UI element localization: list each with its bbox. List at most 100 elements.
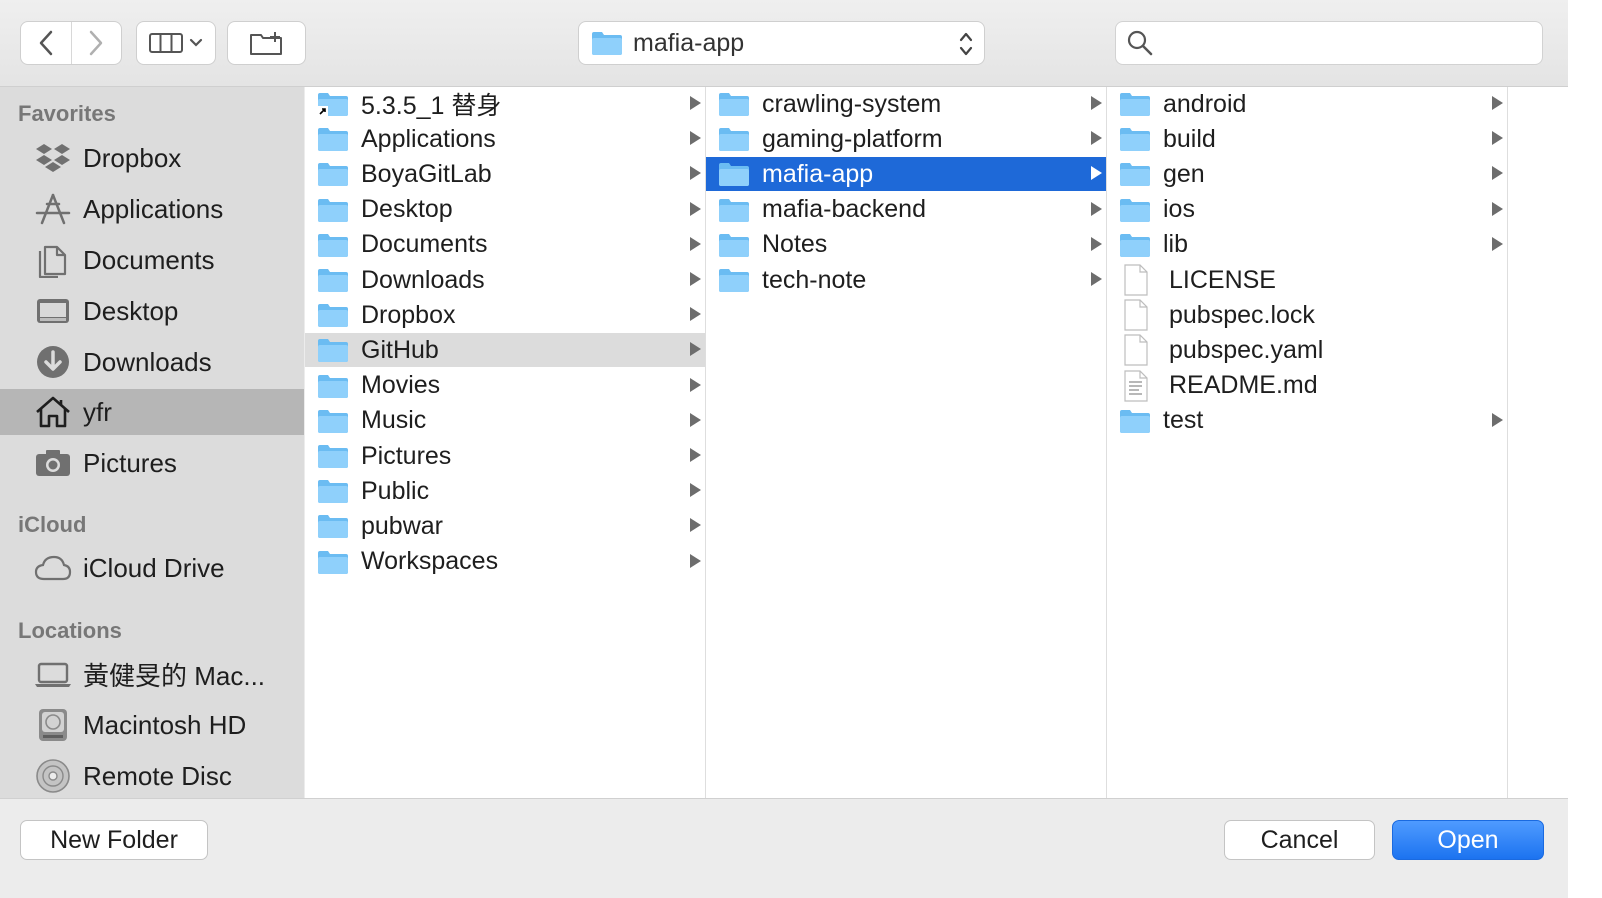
disclosure-arrow-icon <box>690 272 701 286</box>
folder-icon <box>317 126 349 152</box>
item-name: Dropbox <box>361 300 456 329</box>
sidebar-item-label: Documents <box>83 244 215 275</box>
list-item-boyagitlab[interactable]: BoyaGitLab <box>305 157 705 191</box>
list-item-mafia-backend[interactable]: mafia-backend <box>706 193 1106 227</box>
applications-icon <box>33 189 73 229</box>
chevron-down-icon <box>189 38 203 47</box>
sidebar-item-mac[interactable]: 黃健旻的 Mac... <box>0 651 304 697</box>
list-item-desktop[interactable]: Desktop <box>305 193 705 227</box>
item-name: pubwar <box>361 511 443 540</box>
folder-icon <box>718 197 750 223</box>
disclosure-arrow-icon <box>690 412 701 427</box>
list-item-ios[interactable]: ios <box>1107 193 1507 227</box>
sidebar-item-label: Remote Disc <box>83 760 232 791</box>
camera-icon <box>33 443 73 483</box>
dropbox-icon <box>33 138 73 178</box>
list-item-documents[interactable]: Documents <box>305 228 705 262</box>
sidebar-item-applications[interactable]: Applications <box>0 186 304 232</box>
bottom-bar: New Folder Cancel Open <box>0 798 1568 898</box>
column-mafia-app[interactable]: android build gen ios lib LICENSE pubspec.lock… <box>1107 87 1508 798</box>
sidebar-item-label: yfr <box>83 396 112 427</box>
sidebar-item-pictures[interactable]: Pictures <box>0 440 304 486</box>
item-name: Movies <box>361 371 441 400</box>
list-item-gaming-platform[interactable]: gaming-platform <box>706 122 1106 156</box>
back-button[interactable] <box>21 22 72 64</box>
list-item-gen[interactable]: gen <box>1107 157 1507 191</box>
folder-icon <box>592 32 622 55</box>
list-item-tech-note[interactable]: tech-note <box>706 263 1106 297</box>
sidebar-item-downloads[interactable]: Downloads <box>0 339 304 385</box>
list-item-crawling-system[interactable]: crawling-system <box>706 87 1106 121</box>
forward-button[interactable] <box>72 22 122 64</box>
list-item-movies[interactable]: Movies <box>305 369 705 403</box>
list-item-pictures[interactable]: Pictures <box>305 439 705 473</box>
laptop-icon <box>33 654 73 694</box>
new-folder-button[interactable]: New Folder <box>20 820 208 860</box>
list-item-readme-md[interactable]: README.md <box>1107 369 1507 403</box>
item-name: Downloads <box>361 265 485 294</box>
location-label: mafia-app <box>633 28 745 57</box>
list-item-android[interactable]: android <box>1107 87 1507 121</box>
item-name: tech-note <box>762 265 867 294</box>
item-name: Notes <box>762 230 828 259</box>
file-icon <box>1123 264 1155 296</box>
folder-icon <box>718 267 750 293</box>
item-name: android <box>1163 89 1247 118</box>
sidebar-item-macintosh-hd[interactable]: Macintosh HD <box>0 702 304 748</box>
search-input[interactable] <box>1162 28 1526 58</box>
list-item-license[interactable]: LICENSE <box>1107 263 1507 297</box>
item-name: Documents <box>361 230 488 259</box>
list-item-github[interactable]: GitHub <box>305 333 705 368</box>
list-item-downloads[interactable]: Downloads <box>305 263 705 297</box>
sidebar-item-label: Applications <box>83 193 224 224</box>
list-item-build[interactable]: build <box>1107 122 1507 156</box>
column-home[interactable]: 5.3.5_1 替身 Applications BoyaGitLab Desktop D… <box>305 87 706 798</box>
folder-icon <box>1119 91 1151 117</box>
sidebar: Favorites Dropbox Applications Documents… <box>0 87 304 798</box>
chevron-right-icon <box>90 30 103 56</box>
folder-icon <box>317 549 349 575</box>
disclosure-arrow-icon <box>1492 412 1503 427</box>
disclosure-arrow-icon <box>1091 166 1102 181</box>
item-name: mafia-backend <box>762 195 926 224</box>
item-name: mafia-app <box>762 159 874 188</box>
sidebar-item-dropbox[interactable]: Dropbox <box>0 135 304 181</box>
list-item-pubspec-yaml[interactable]: pubspec.yaml <box>1107 333 1507 367</box>
list-item-notes[interactable]: Notes <box>706 228 1106 262</box>
item-name: Desktop <box>361 195 453 224</box>
search-field[interactable] <box>1115 21 1543 65</box>
list-item-pubspec-lock[interactable]: pubspec.lock <box>1107 298 1507 332</box>
list-item-applications[interactable]: Applications <box>305 122 705 156</box>
list-item-workspaces[interactable]: Workspaces <box>305 545 705 579</box>
list-item-music[interactable]: Music <box>305 404 705 438</box>
hard-drive-icon <box>33 705 73 745</box>
item-name: GitHub <box>361 335 439 364</box>
list-item-lib[interactable]: lib <box>1107 228 1507 262</box>
sidebar-item-label: Pictures <box>83 447 177 478</box>
folder-alias-icon <box>317 91 349 117</box>
sidebar-item-remote-disc[interactable]: Remote Disc <box>0 753 304 799</box>
folder-icon <box>1119 161 1151 187</box>
column-github[interactable]: crawling-system gaming-platform mafia-app m… <box>706 87 1107 798</box>
disclosure-arrow-icon <box>690 96 701 110</box>
list-item-mafia-app[interactable]: mafia-app <box>706 157 1106 192</box>
folder-icon <box>317 337 349 363</box>
sidebar-item-icloud-drive[interactable]: iCloud Drive <box>0 545 304 591</box>
sidebar-item-documents[interactable]: Documents <box>0 237 304 283</box>
open-button[interactable]: Open <box>1392 820 1544 860</box>
list-item-pubwar[interactable]: pubwar <box>305 509 705 543</box>
item-name: Public <box>361 476 430 505</box>
view-mode-button[interactable] <box>136 21 216 65</box>
list-item-5-3-5-1[interactable]: 5.3.5_1 替身 <box>305 87 705 121</box>
location-popup[interactable]: mafia-app <box>578 21 985 65</box>
disclosure-arrow-icon <box>690 307 701 322</box>
sidebar-item-yfr[interactable]: yfr <box>0 389 304 435</box>
new-folder-toolbar-button[interactable] <box>227 21 306 65</box>
sidebar-item-label: Macintosh HD <box>83 709 247 740</box>
cancel-button[interactable]: Cancel <box>1224 820 1375 860</box>
sidebar-item-desktop[interactable]: Desktop <box>0 288 304 334</box>
list-item-dropbox[interactable]: Dropbox <box>305 298 705 332</box>
list-item-test[interactable]: test <box>1107 404 1507 438</box>
item-name: crawling-system <box>762 89 942 118</box>
list-item-public[interactable]: Public <box>305 474 705 508</box>
